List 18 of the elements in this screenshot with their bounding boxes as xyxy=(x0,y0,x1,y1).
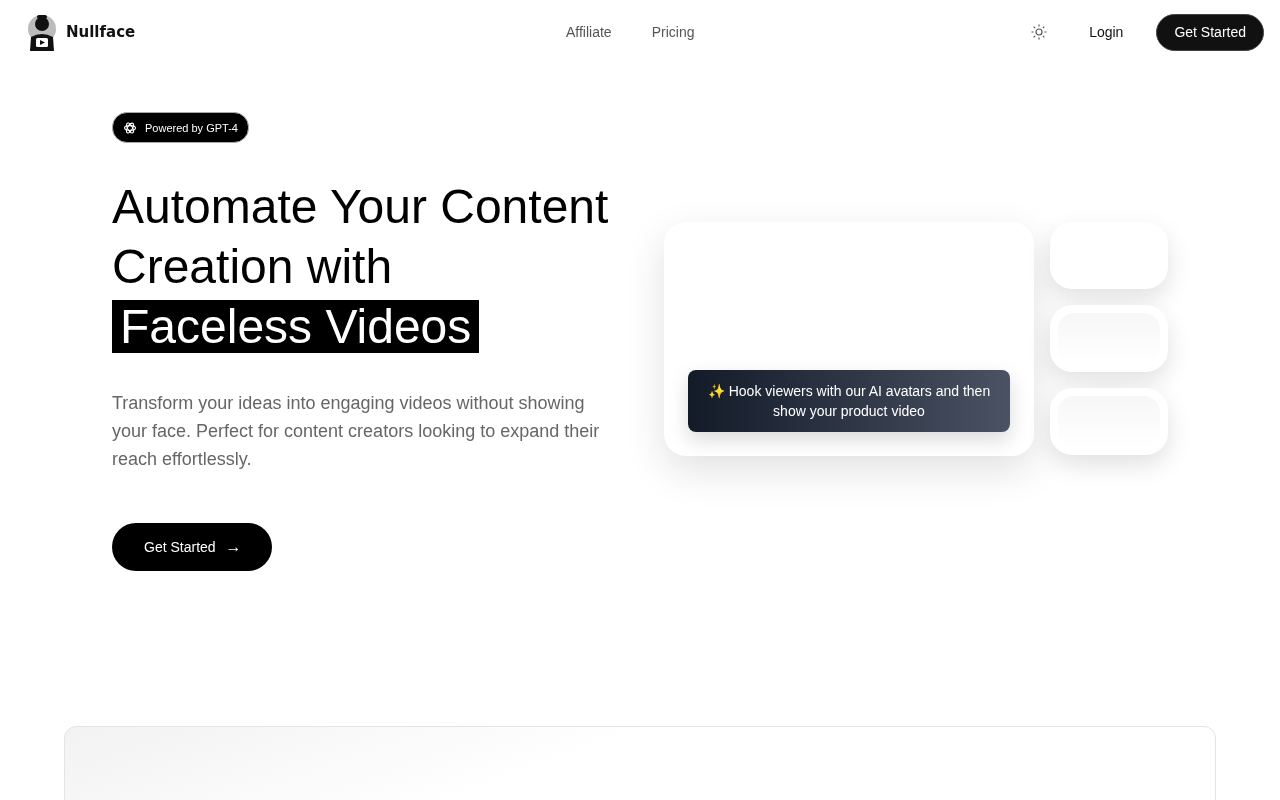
thumbnail-card[interactable] xyxy=(1050,305,1168,372)
nav-link[interactable]: Pricing xyxy=(651,24,695,40)
hero-title-highlight: Faceless Videos xyxy=(112,300,480,353)
brand-name[interactable]: Nullface xyxy=(66,23,136,41)
theme-toggle-icon[interactable] xyxy=(1031,24,1048,40)
get-started-button[interactable]: Get Started xyxy=(1156,13,1264,51)
thumbnail-card[interactable] xyxy=(1050,222,1168,289)
spiral-logo-icon xyxy=(123,120,137,135)
logo-icon xyxy=(26,13,58,51)
login-link[interactable]: Login xyxy=(1089,24,1124,40)
nav-link[interactable]: Affiliate xyxy=(566,24,612,40)
get-started-button[interactable]: Get Started → xyxy=(112,523,272,571)
thumbnail-card[interactable] xyxy=(1050,388,1168,455)
preview-caption: ✨ Hook viewers with our AI avatars and then show your product video xyxy=(688,370,1010,432)
hero-title-line: Creation with xyxy=(112,239,393,295)
badge-text: Powered by GPT-4 xyxy=(145,121,238,134)
hero-description: Transform your ideas into engaging videos without showing your face. Perfect for content creators looking to expand their reach effortlessly. xyxy=(112,392,601,471)
hero-title-line: Automate Your Content xyxy=(112,179,609,235)
